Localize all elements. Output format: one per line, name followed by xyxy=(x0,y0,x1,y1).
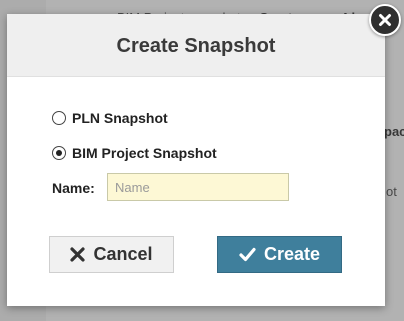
close-button[interactable] xyxy=(369,4,401,36)
x-icon xyxy=(70,247,86,262)
name-label: Name: xyxy=(52,180,95,196)
radio-label: BIM Project Snapshot xyxy=(72,145,217,161)
dialog-title: Create Snapshot xyxy=(116,34,276,57)
create-label: Create xyxy=(263,244,321,264)
radio-button[interactable] xyxy=(52,146,66,160)
check-icon xyxy=(239,247,256,262)
create-snapshot-dialog: Create Snapshot PLN Snapshot BIM Project… xyxy=(7,14,385,306)
name-input[interactable] xyxy=(107,173,289,201)
radio-label: PLN Snapshot xyxy=(72,110,168,126)
dialog-header: Create Snapshot xyxy=(7,14,385,77)
radio-bim-project-snapshot[interactable]: BIM Project Snapshot xyxy=(52,145,217,161)
create-button[interactable]: Create xyxy=(217,236,342,273)
close-icon xyxy=(378,13,392,27)
radio-pln-snapshot[interactable]: PLN Snapshot xyxy=(52,110,168,126)
cancel-label: Cancel xyxy=(93,244,153,264)
radio-button[interactable] xyxy=(52,111,66,125)
cancel-button[interactable]: Cancel xyxy=(49,236,174,273)
